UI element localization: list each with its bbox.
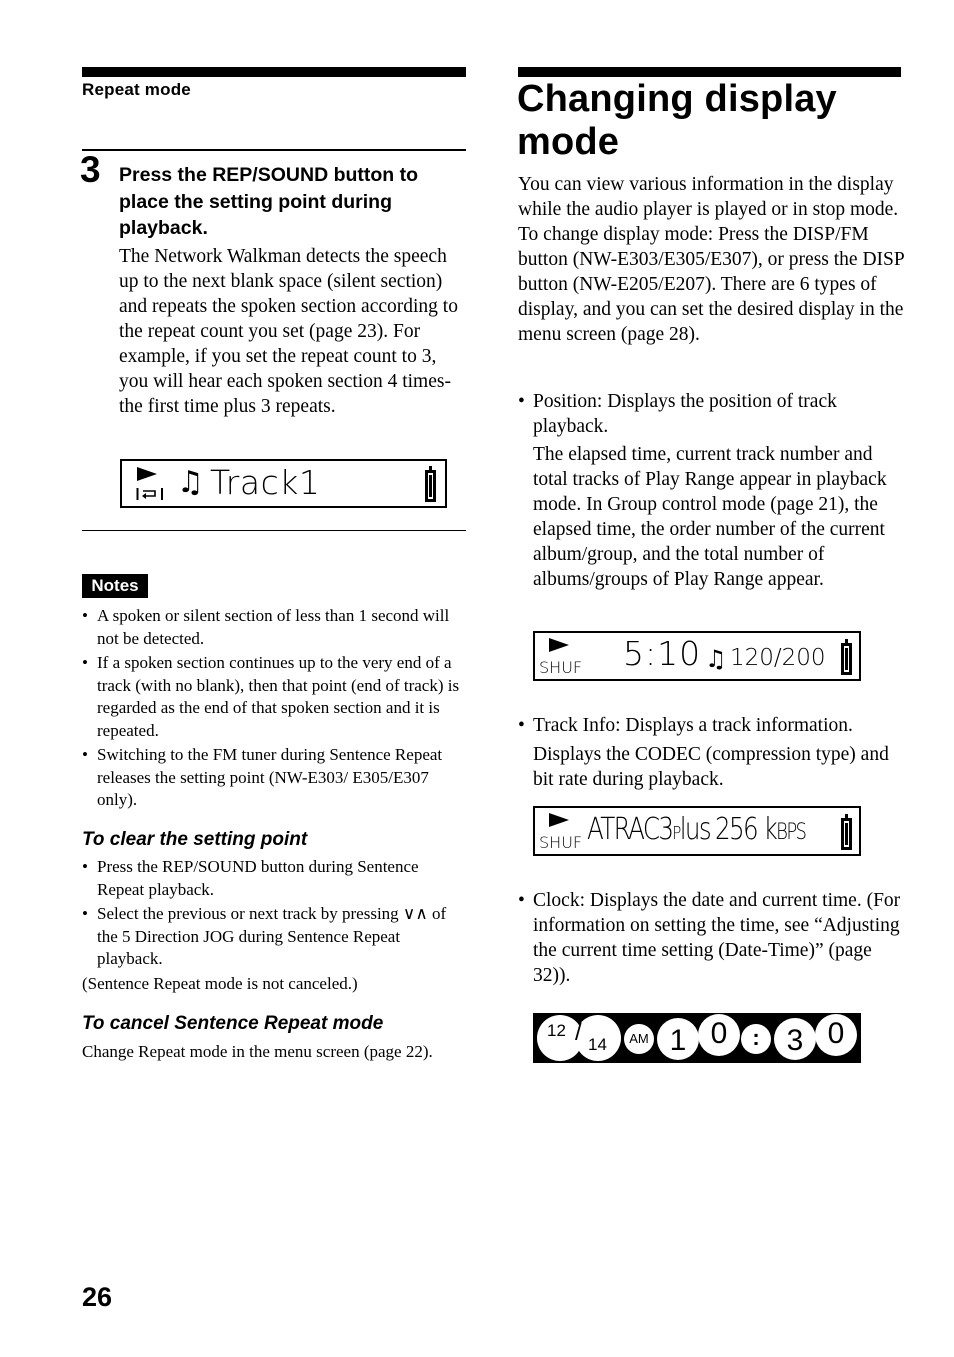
title-top-bar: [518, 67, 901, 77]
page-number: 26: [82, 1282, 113, 1312]
page-title: Changing display mode: [517, 78, 837, 163]
minute-tens: 3: [774, 1018, 816, 1060]
day-value: 14: [588, 1035, 607, 1054]
codec-main: ATRAC3: [587, 812, 674, 847]
bullet-clock-text: Clock: Displays the date and current tim…: [533, 890, 901, 986]
lcd-track-display: ♫ Track1: [120, 459, 447, 508]
bullet-track-info-text: Track Info: Displays a track information…: [533, 715, 853, 736]
track-count: 120/200: [730, 645, 826, 671]
music-note-icon: ♫: [177, 465, 204, 500]
clear-item: Press the REP/SOUND button during Senten…: [82, 856, 466, 901]
codec-name: ATRAC3Plus 256 kbps: [587, 810, 807, 854]
play-icon: [549, 813, 569, 827]
clear-item: Select the previous or next track by pre…: [82, 903, 466, 971]
bullet-position-text: Position: Displays the position of track…: [533, 391, 837, 437]
bullet-dot: •: [518, 890, 525, 911]
bullet-dot: •: [518, 391, 525, 412]
step-body: The Network Walkman detects the speech u…: [119, 246, 458, 417]
bullet-position: • Position: Displays the position of tra…: [518, 389, 908, 439]
bullet-clock: • Clock: Displays the date and current t…: [518, 888, 908, 988]
battery-icon: [425, 466, 436, 502]
clear-setting-heading: To clear the setting point: [82, 829, 308, 850]
hour-ones: 0: [698, 1014, 740, 1056]
battery-icon: [841, 639, 852, 675]
notes-badge: Notes: [82, 574, 148, 598]
step-title: Press the REP/SOUND button to place the …: [119, 164, 419, 239]
date-slash: /: [575, 1019, 582, 1046]
lcd-clock-display: 12 / 14 AM 1 0 : 3 0: [533, 1013, 861, 1063]
note-item: If a spoken section continues up to the …: [82, 652, 466, 742]
codec-suffix-small: P: [672, 823, 681, 844]
hour-tens: 1: [657, 1018, 699, 1060]
step-divider: [82, 149, 466, 151]
intro-paragraph: You can view various information in the …: [518, 174, 904, 345]
battery-icon: [841, 814, 852, 850]
codec-suffix: lus: [679, 812, 712, 847]
section-label: Repeat mode: [82, 80, 191, 99]
shuffle-indicator: SHUF: [539, 833, 583, 852]
day-circle: / 14: [575, 1015, 621, 1061]
minute-ones: 0: [815, 1014, 857, 1056]
elapsed-time: 5:10: [623, 634, 702, 673]
notes-list: A spoken or silent section of less than …: [82, 605, 466, 814]
step-number: 3: [80, 149, 101, 190]
time-colon: :: [741, 1024, 771, 1054]
bitrate-unit: bps: [776, 820, 807, 845]
ampm-indicator: AM: [624, 1024, 654, 1054]
sentence-repeat-icon: [136, 488, 163, 500]
clear-setting-list: Press the REP/SOUND button during Senten…: [82, 856, 466, 973]
music-note-icon: ♫: [705, 645, 727, 673]
section-divider: [82, 530, 466, 531]
bitrate-unit-k: k: [763, 812, 778, 847]
note-item: A spoken or silent section of less than …: [82, 605, 466, 650]
cancel-repeat-heading: To cancel Sentence Repeat mode: [82, 1013, 384, 1034]
bullet-dot: •: [518, 715, 525, 736]
track-info-detail: Displays the CODEC (compression type) an…: [533, 744, 889, 790]
bitrate-value: 256: [714, 812, 759, 847]
section-top-bar: [82, 67, 466, 77]
play-icon: [137, 467, 157, 481]
lcd-track-info-display: SHUF ATRAC3Plus 256 kbps: [533, 806, 861, 856]
month-value: 12: [547, 1021, 566, 1040]
note-item: Switching to the FM tuner during Sentenc…: [82, 744, 466, 812]
play-icon: [549, 638, 569, 652]
lcd-position-display: SHUF 5:10 ♫ 120/200: [533, 631, 861, 681]
clear-setting-note: (Sentence Repeat mode is not canceled.): [82, 974, 358, 993]
cancel-repeat-body: Change Repeat mode in the menu screen (p…: [82, 1042, 433, 1061]
position-detail: The elapsed time, current track number a…: [533, 444, 887, 590]
shuffle-indicator: SHUF: [539, 658, 583, 677]
bullet-track-info: • Track Info: Displays a track informati…: [518, 713, 908, 738]
track-name: Track1: [210, 463, 321, 502]
